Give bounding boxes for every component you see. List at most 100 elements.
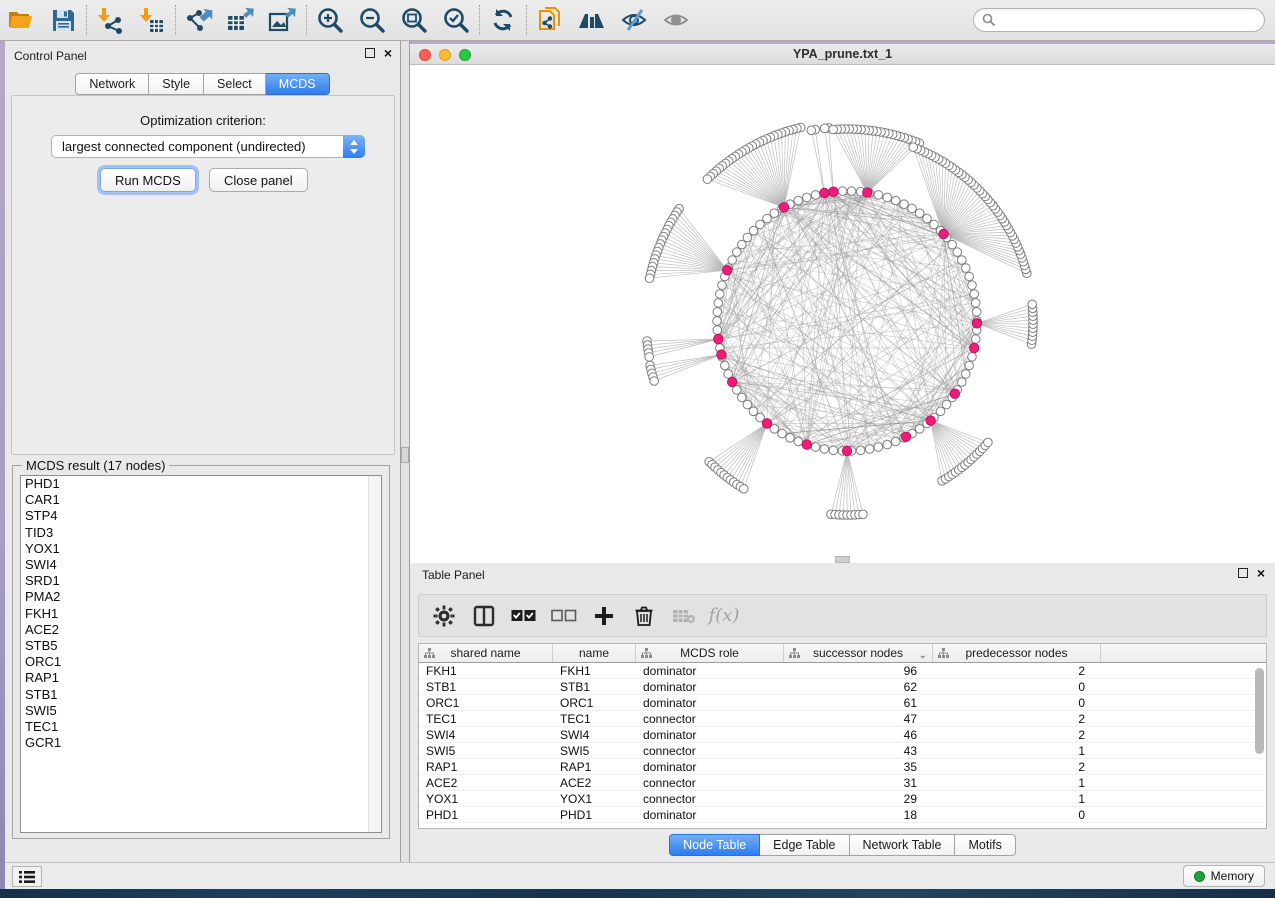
node-table[interactable]: shared namenameMCDS rolesuccessor nodes⌄… [418,643,1267,829]
refresh-icon[interactable] [482,3,524,37]
table-row[interactable]: SWI5SWI5connector431 [419,743,1266,759]
export-table-icon[interactable] [220,3,262,37]
tab-network-table[interactable]: Network Table [850,834,956,856]
table-cell[interactable]: YOX1 [553,791,636,806]
column-header-name[interactable]: name [553,644,636,662]
table-cell[interactable]: 35 [784,759,933,774]
table-header-row[interactable]: shared namenameMCDS rolesuccessor nodes⌄… [419,644,1266,663]
table-cell[interactable]: dominator [636,695,784,710]
show-columns-icon[interactable] [469,601,499,631]
list-item[interactable]: CAR1 [21,492,381,508]
mcds-result-list[interactable]: PHD1CAR1STP4TID3YOX1SWI4SRD1PMA2FKH1ACE2… [20,475,382,833]
list-item[interactable]: STB1 [21,687,381,703]
clone-network-icon[interactable] [529,3,571,37]
zoom-selected-icon[interactable] [435,3,477,37]
tab-select[interactable]: Select [204,73,266,95]
show-hidden-icon[interactable] [655,3,697,37]
table-cell[interactable]: connector [636,743,784,758]
column-header-MCDS-role[interactable]: MCDS role [636,644,784,662]
table-cell[interactable]: PHD1 [419,807,553,822]
network-graph[interactable] [410,65,1275,563]
table-cell[interactable]: connector [636,711,784,726]
table-row[interactable]: TEC1TEC1connector472 [419,711,1266,727]
memory-button[interactable]: Memory [1183,865,1265,887]
task-history-button[interactable] [12,866,42,887]
table-cell[interactable]: 62 [784,679,933,694]
table-cell[interactable]: FKH1 [553,663,636,678]
table-cell[interactable]: RAP1 [553,759,636,774]
run-mcds-button[interactable]: Run MCDS [100,168,196,192]
list-item[interactable]: STB5 [21,638,381,654]
table-cell[interactable]: 47 [784,711,933,726]
search-input[interactable] [996,13,1246,27]
table-row[interactable]: RAP1RAP1dominator352 [419,759,1266,775]
table-cell[interactable]: dominator [636,807,784,822]
table-cell[interactable]: STB1 [553,679,636,694]
table-cell[interactable]: 29 [784,791,933,806]
table-cell[interactable]: 61 [784,695,933,710]
zoom-out-icon[interactable] [351,3,393,37]
table-cell[interactable]: PHD1 [553,807,636,822]
list-item[interactable]: ACE2 [21,622,381,638]
tab-network[interactable]: Network [75,73,149,95]
list-item[interactable]: PMA2 [21,589,381,605]
table-scrollbar[interactable] [1255,668,1264,826]
list-item[interactable]: STP4 [21,508,381,524]
table-cell[interactable]: dominator [636,727,784,742]
table-cell[interactable]: SWI4 [419,727,553,742]
table-cell[interactable]: connector [636,791,784,806]
table-cell[interactable]: STB1 [419,679,553,694]
save-session-icon[interactable] [42,3,84,37]
list-item[interactable]: FKH1 [21,606,381,622]
table-row[interactable]: ORC1ORC1dominator610 [419,695,1266,711]
table-cell[interactable]: RAP1 [419,759,553,774]
table-row[interactable]: FKH1FKH1dominator962 [419,663,1266,679]
divider-handle[interactable] [401,447,409,463]
add-icon[interactable] [589,601,619,631]
splitter-handle[interactable] [835,556,850,563]
column-header-successor-nodes[interactable]: successor nodes⌄ [784,644,933,662]
table-cell[interactable]: SWI5 [419,743,553,758]
import-table-icon[interactable] [131,3,173,37]
table-cell[interactable]: dominator [636,679,784,694]
column-header-shared-name[interactable]: shared name [419,644,553,662]
table-row[interactable]: ACE2ACE2connector311 [419,775,1266,791]
table-cell[interactable]: 2 [933,663,1101,678]
table-cell[interactable]: SWI4 [553,727,636,742]
tab-motifs[interactable]: Motifs [955,834,1015,856]
table-cell[interactable]: 18 [784,807,933,822]
table-cell[interactable]: 96 [784,663,933,678]
close-panel-button[interactable]: Close panel [209,168,308,192]
column-header-predecessor-nodes[interactable]: predecessor nodes [933,644,1101,662]
table-cell[interactable]: 0 [933,679,1101,694]
table-cell[interactable]: 1 [933,743,1101,758]
sort-chevron-icon[interactable]: ⌄ [919,647,927,662]
table-cell[interactable]: ACE2 [553,775,636,790]
table-cell[interactable]: ORC1 [553,695,636,710]
table-cell[interactable]: ACE2 [419,775,553,790]
table-cell[interactable]: 31 [784,775,933,790]
list-item[interactable]: SWI5 [21,703,381,719]
scrollbar-thumb[interactable] [1255,668,1264,754]
table-cell[interactable]: dominator [636,759,784,774]
float-panel-icon[interactable] [1238,568,1248,578]
table-cell[interactable]: ORC1 [419,695,553,710]
table-row[interactable]: SWI4SWI4dominator462 [419,727,1266,743]
result-scrollbar[interactable] [368,476,381,832]
table-cell[interactable]: 1 [933,791,1101,806]
table-cell[interactable]: connector [636,775,784,790]
list-item[interactable]: GCR1 [21,735,381,751]
zoom-in-icon[interactable] [309,3,351,37]
table-row[interactable]: STB1STB1dominator620 [419,679,1266,695]
list-item[interactable]: SRD1 [21,573,381,589]
network-titlebar[interactable]: YPA_prune.txt_1 [410,44,1275,65]
deselect-all-icon[interactable] [549,601,579,631]
table-cell[interactable]: 2 [933,711,1101,726]
tab-mcds[interactable]: MCDS [266,73,330,95]
tab-style[interactable]: Style [149,73,204,95]
table-cell[interactable]: TEC1 [553,711,636,726]
delete-icon[interactable] [629,601,659,631]
panel-divider[interactable] [401,41,410,862]
table-cell[interactable]: 2 [933,759,1101,774]
list-item[interactable]: YOX1 [21,541,381,557]
